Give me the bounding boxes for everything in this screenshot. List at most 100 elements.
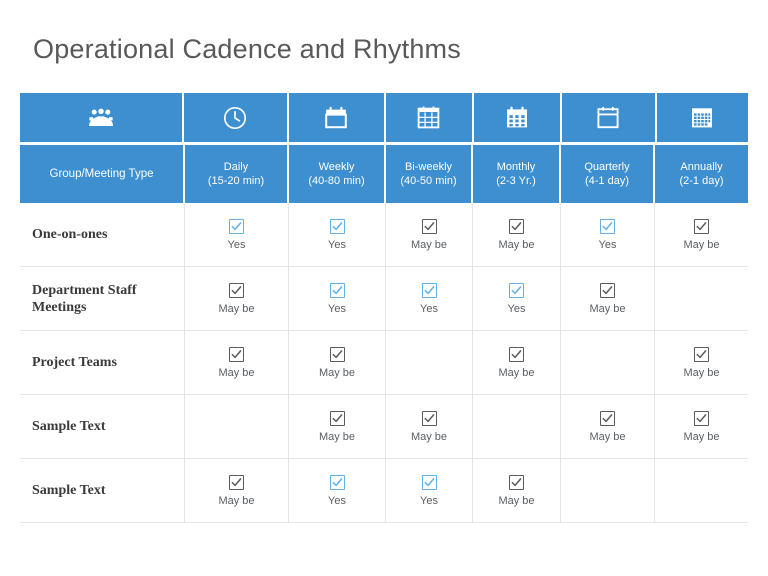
matrix-cell[interactable]: May be: [185, 331, 289, 394]
matrix-cell[interactable]: May be: [473, 459, 561, 522]
matrix-cell[interactable]: May be: [289, 395, 386, 458]
checkbox-maybe-icon[interactable]: [694, 346, 709, 362]
page-title: Operational Cadence and Rhythms: [33, 34, 461, 64]
column-header-sublabel: (2-1 day): [679, 175, 724, 187]
matrix-cell-label: Yes: [227, 238, 246, 251]
column-header-weekly: Weekly (40-80 min): [289, 145, 386, 203]
matrix-cell[interactable]: May be: [289, 331, 386, 394]
column-header-group-meeting-type: Group/Meeting Type: [20, 145, 185, 203]
checkbox-yes-icon[interactable]: [421, 474, 437, 490]
column-header-sublabel: (4-1 day): [584, 175, 630, 187]
matrix-cell[interactable]: [655, 459, 748, 522]
matrix-cell[interactable]: May be: [561, 395, 655, 458]
row-header-label: Sample Text: [20, 459, 185, 522]
checkbox-maybe-icon[interactable]: [329, 410, 345, 426]
matrix-cell[interactable]: [185, 395, 289, 458]
matrix-cell[interactable]: May be: [386, 203, 473, 266]
checkbox-yes-icon[interactable]: [329, 282, 345, 298]
matrix-cell[interactable]: Yes: [386, 459, 473, 522]
checkbox-yes-icon[interactable]: [421, 282, 437, 298]
checkbox-maybe-icon[interactable]: [509, 346, 524, 362]
checkbox-maybe-icon[interactable]: [600, 282, 615, 298]
table-icon-header-row: [20, 93, 748, 142]
column-header-daily: Daily (15-20 min): [185, 145, 289, 203]
column-header-sublabel: (40-80 min): [308, 175, 365, 187]
checkbox-yes-icon[interactable]: [600, 218, 615, 234]
matrix-cell-label: Yes: [328, 494, 346, 507]
column-header-sublabel: (2-3 Yr.): [496, 175, 536, 187]
row-header-label: Sample Text: [20, 395, 185, 458]
matrix-cell[interactable]: [655, 267, 748, 330]
table-row: One-on-ones Yes Yes May be May be Yes May be: [20, 203, 748, 267]
matrix-cell[interactable]: May be: [473, 203, 561, 266]
matrix-cell-label: Yes: [507, 302, 526, 315]
checkbox-maybe-icon[interactable]: [421, 218, 437, 234]
checkbox-maybe-icon[interactable]: [694, 218, 709, 234]
checkbox-yes-icon[interactable]: [329, 474, 345, 490]
table-label-header-row: Group/Meeting Type Daily (15-20 min) Wee…: [20, 145, 748, 203]
checkbox-maybe-icon[interactable]: [229, 282, 244, 298]
matrix-cell-label: Yes: [328, 302, 346, 315]
checkbox-yes-icon[interactable]: [229, 218, 244, 234]
checkbox-maybe-icon[interactable]: [229, 474, 244, 490]
matrix-cell[interactable]: May be: [386, 395, 473, 458]
checkbox-maybe-icon[interactable]: [509, 474, 524, 490]
header-icon-cell-group: [20, 93, 185, 142]
column-header-annually: Annually (2-1 day): [655, 145, 748, 203]
matrix-cell[interactable]: May be: [185, 267, 289, 330]
matrix-cell[interactable]: Yes: [289, 267, 386, 330]
checkbox-maybe-icon[interactable]: [694, 410, 709, 426]
cadence-matrix-table: Group/Meeting Type Daily (15-20 min) Wee…: [20, 93, 748, 523]
matrix-cell[interactable]: Yes: [473, 267, 561, 330]
header-icon-cell-monthly: [473, 93, 563, 142]
matrix-cell-label: Yes: [598, 238, 617, 251]
header-icon-cell-annually: [656, 93, 748, 142]
calendar-dense-grid-icon: [690, 106, 714, 129]
matrix-cell[interactable]: Yes: [289, 459, 386, 522]
matrix-cell[interactable]: May be: [561, 267, 655, 330]
column-header-label: Monthly: [496, 161, 536, 173]
matrix-cell-label: May be: [218, 494, 255, 507]
matrix-cell-label: Yes: [420, 494, 438, 507]
matrix-cell[interactable]: Yes: [289, 203, 386, 266]
matrix-cell-label: May be: [683, 366, 720, 379]
calendar-blank-icon: [324, 106, 348, 129]
matrix-cell-label: May be: [589, 302, 626, 315]
column-header-label: Annually: [680, 161, 723, 173]
matrix-cell[interactable]: May be: [473, 331, 561, 394]
matrix-cell[interactable]: May be: [185, 459, 289, 522]
calendar-month-icon: [505, 106, 529, 129]
header-icon-cell-quarterly: [562, 93, 657, 142]
matrix-cell[interactable]: [473, 395, 561, 458]
matrix-cell[interactable]: Yes: [561, 203, 655, 266]
matrix-cell-label: May be: [683, 430, 720, 443]
column-header-monthly: Monthly (2-3 Yr.): [473, 145, 561, 203]
matrix-cell[interactable]: Yes: [185, 203, 289, 266]
people-group-icon: [88, 108, 114, 127]
header-icon-cell-daily: [184, 93, 289, 142]
matrix-cell[interactable]: May be: [655, 203, 748, 266]
matrix-cell[interactable]: [561, 459, 655, 522]
checkbox-maybe-icon[interactable]: [600, 410, 615, 426]
checkbox-maybe-icon[interactable]: [329, 346, 345, 362]
column-header-label: Weekly: [318, 161, 355, 173]
checkbox-maybe-icon[interactable]: [421, 410, 437, 426]
matrix-cell[interactable]: [561, 331, 655, 394]
header-icon-cell-biweekly: [385, 93, 474, 142]
matrix-cell-label: May be: [683, 238, 720, 251]
column-header-sublabel: (40-50 min): [400, 175, 457, 187]
table-row: Project Teams May be May be May be May be: [20, 331, 748, 395]
table-body: One-on-ones Yes Yes May be May be Yes May be De…: [20, 203, 748, 523]
checkbox-yes-icon[interactable]: [509, 282, 524, 298]
matrix-cell-label: May be: [318, 366, 356, 379]
checkbox-maybe-icon[interactable]: [229, 346, 244, 362]
calendar-outline-icon: [596, 106, 620, 129]
matrix-cell-label: May be: [498, 366, 535, 379]
matrix-cell[interactable]: Yes: [386, 267, 473, 330]
checkbox-yes-icon[interactable]: [329, 218, 345, 234]
matrix-cell[interactable]: [386, 331, 473, 394]
checkbox-maybe-icon[interactable]: [509, 218, 524, 234]
column-header-label: Daily: [223, 161, 249, 173]
matrix-cell[interactable]: May be: [655, 331, 748, 394]
matrix-cell[interactable]: May be: [655, 395, 748, 458]
